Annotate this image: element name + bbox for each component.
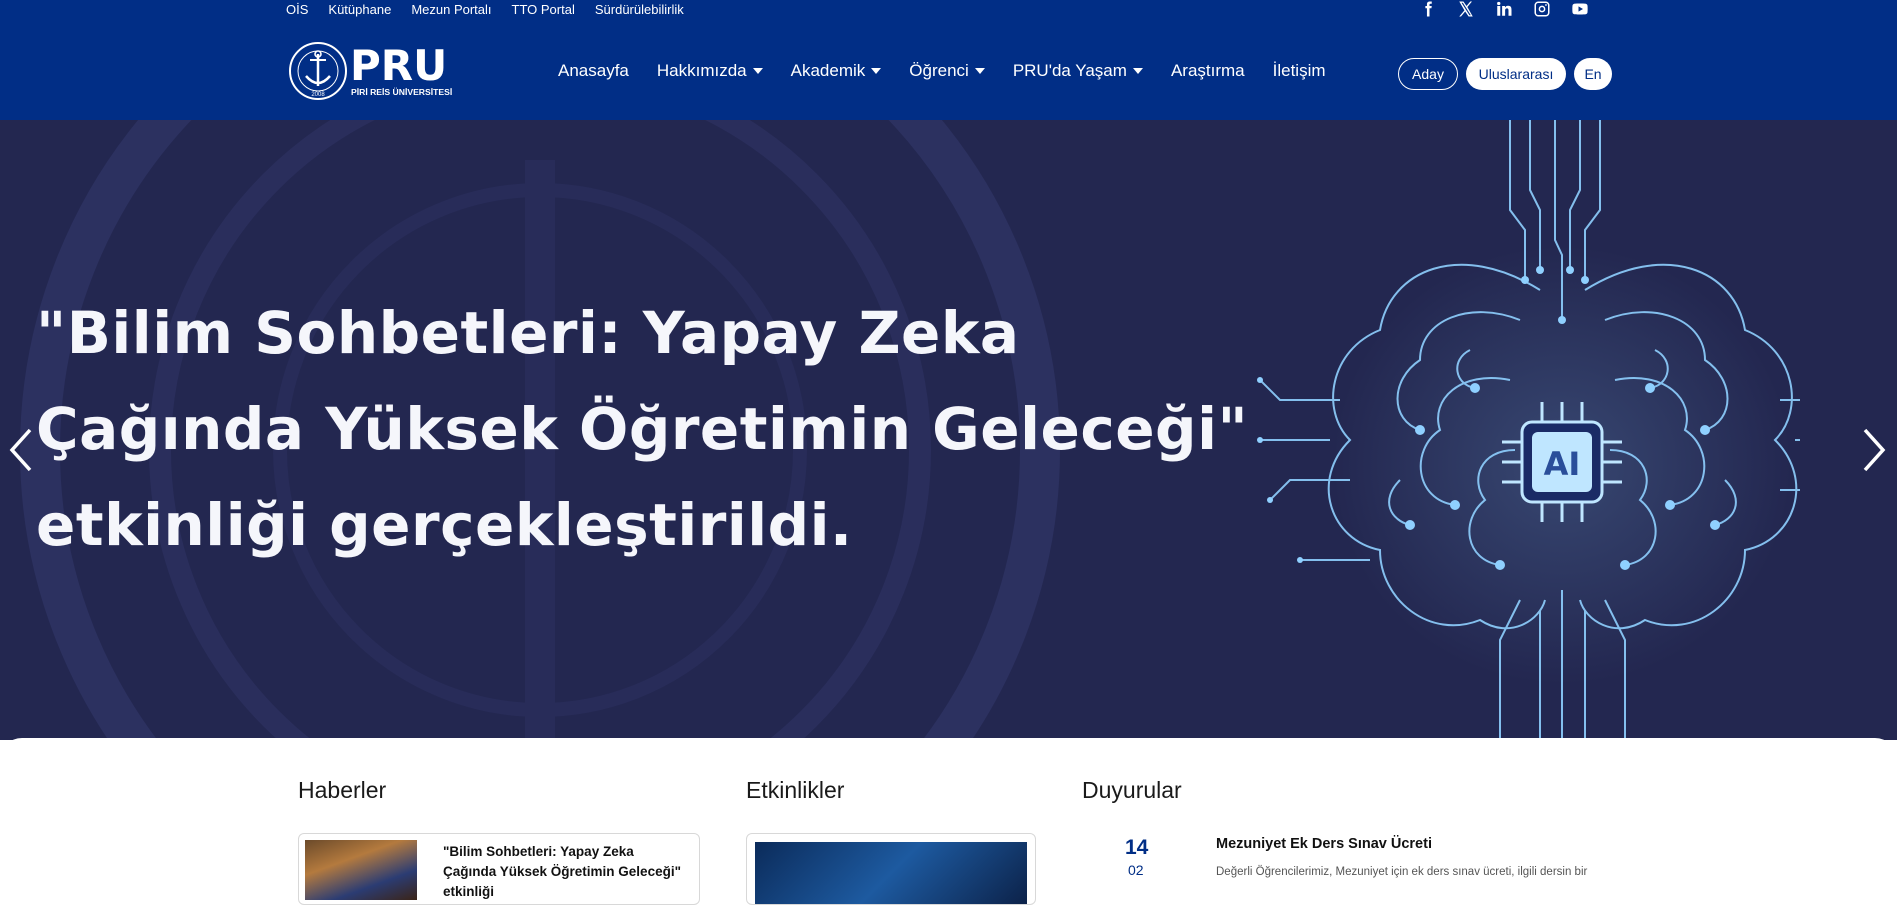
top-link-tto-portal[interactable]: TTO Portal: [512, 2, 575, 18]
nav-about[interactable]: Hakkımızda: [657, 61, 763, 81]
site-header: OİS Kütüphane Mezun Portalı TTO Portal S…: [0, 0, 1897, 120]
announcement-date-day: 14: [1125, 836, 1149, 859]
nav-student[interactable]: Öğrenci: [909, 61, 985, 81]
pru-logo[interactable]: PRU PİRİ REİS ÜNİVERSİTESİ 2008: [288, 40, 458, 102]
nav-home[interactable]: Anasayfa: [558, 61, 629, 81]
nav-life[interactable]: PRU'da Yaşam: [1013, 61, 1143, 81]
hero-slider: "Bilim Sohbetleri: Yapay Zeka Çağında Yü…: [0, 120, 1897, 740]
youtube-icon[interactable]: [1570, 0, 1590, 18]
news-thumbnail: [305, 840, 417, 900]
nav-home-label: Anasayfa: [558, 61, 629, 80]
ai-brain-illustration: AI: [1257, 120, 1800, 740]
events-section-title: Etkinlikler: [746, 777, 845, 803]
top-link-alumni-portal[interactable]: Mezun Portalı: [411, 2, 491, 18]
nav-student-label: Öğrenci: [909, 61, 969, 80]
caret-down-icon: [1132, 68, 1143, 74]
nav-academic[interactable]: Akademik: [791, 61, 882, 81]
x-icon[interactable]: [1456, 0, 1476, 18]
announcements-section-title: Duyurular: [1082, 777, 1182, 803]
language-button[interactable]: En: [1574, 58, 1612, 90]
facebook-icon[interactable]: [1418, 0, 1438, 18]
news-card[interactable]: "Bilim Sohbetleri: Yapay Zeka Çağında Yü…: [298, 833, 700, 905]
nav-life-label: PRU'da Yaşam: [1012, 61, 1127, 80]
logo-text: PRU: [350, 41, 447, 90]
hero-title-line: "Bilim Sohbetleri: Yapay Zeka: [36, 299, 1020, 367]
slider-prev-button[interactable]: [0, 420, 40, 480]
logo-subtext: PİRİ REİS ÜNİVERSİTESİ: [351, 87, 452, 97]
news-section-title: Haberler: [298, 777, 387, 803]
nav-contact[interactable]: İletişim: [1273, 61, 1326, 81]
event-thumbnail: [755, 842, 1027, 904]
chevron-right-icon: [1863, 428, 1886, 472]
top-link-ois[interactable]: OİS: [286, 2, 308, 18]
nav-contact-label: İletişim: [1272, 61, 1326, 80]
social-links: [1418, 0, 1590, 18]
caret-down-icon: [871, 68, 882, 74]
nav-about-label: Hakkımızda: [656, 61, 747, 80]
hero-title-line: Çağında Yüksek Öğretimin Geleceği": [36, 395, 1249, 463]
top-link-library[interactable]: Kütüphane: [328, 2, 391, 18]
candidate-button[interactable]: Aday: [1398, 58, 1458, 90]
caret-down-icon: [752, 68, 763, 74]
announcement-date-month: 02: [1128, 862, 1144, 878]
caret-down-icon: [974, 68, 985, 74]
international-button[interactable]: Uluslararası: [1466, 58, 1566, 90]
main-navigation: Anasayfa Hakkımızda Akademik Öğrenci PRU…: [558, 61, 1326, 81]
chevron-left-icon: [9, 428, 32, 472]
instagram-icon[interactable]: [1532, 0, 1552, 18]
announcement-title[interactable]: Mezuniyet Ek Ders Sınav Ücreti: [1216, 836, 1432, 852]
logo-year: 2008: [311, 92, 325, 98]
nav-research-label: Araştırma: [1170, 61, 1245, 80]
linkedin-icon[interactable]: [1494, 0, 1514, 18]
hero-title[interactable]: "Bilim Sohbetleri: Yapay Zeka Çağında Yü…: [36, 285, 1249, 573]
top-link-sustainability[interactable]: Sürdürülebilirlik: [595, 2, 684, 18]
event-card[interactable]: [746, 833, 1036, 905]
audience-buttons: Aday Uluslararası En: [1398, 58, 1612, 90]
nav-academic-label: Akademik: [790, 61, 866, 80]
slider-next-button[interactable]: [1855, 420, 1895, 480]
news-card-title: "Bilim Sohbetleri: Yapay Zeka Çağında Yü…: [443, 844, 681, 899]
announcement-excerpt: Değerli Öğrencilerimiz, Mezuniyet için e…: [1216, 866, 1588, 878]
nav-research[interactable]: Araştırma: [1171, 61, 1245, 81]
hero-title-line: etkinliği gerçekleştirildi.: [36, 491, 853, 559]
top-links: OİS Kütüphane Mezun Portalı TTO Portal S…: [286, 2, 684, 18]
ai-chip-label: AI: [1544, 445, 1581, 483]
